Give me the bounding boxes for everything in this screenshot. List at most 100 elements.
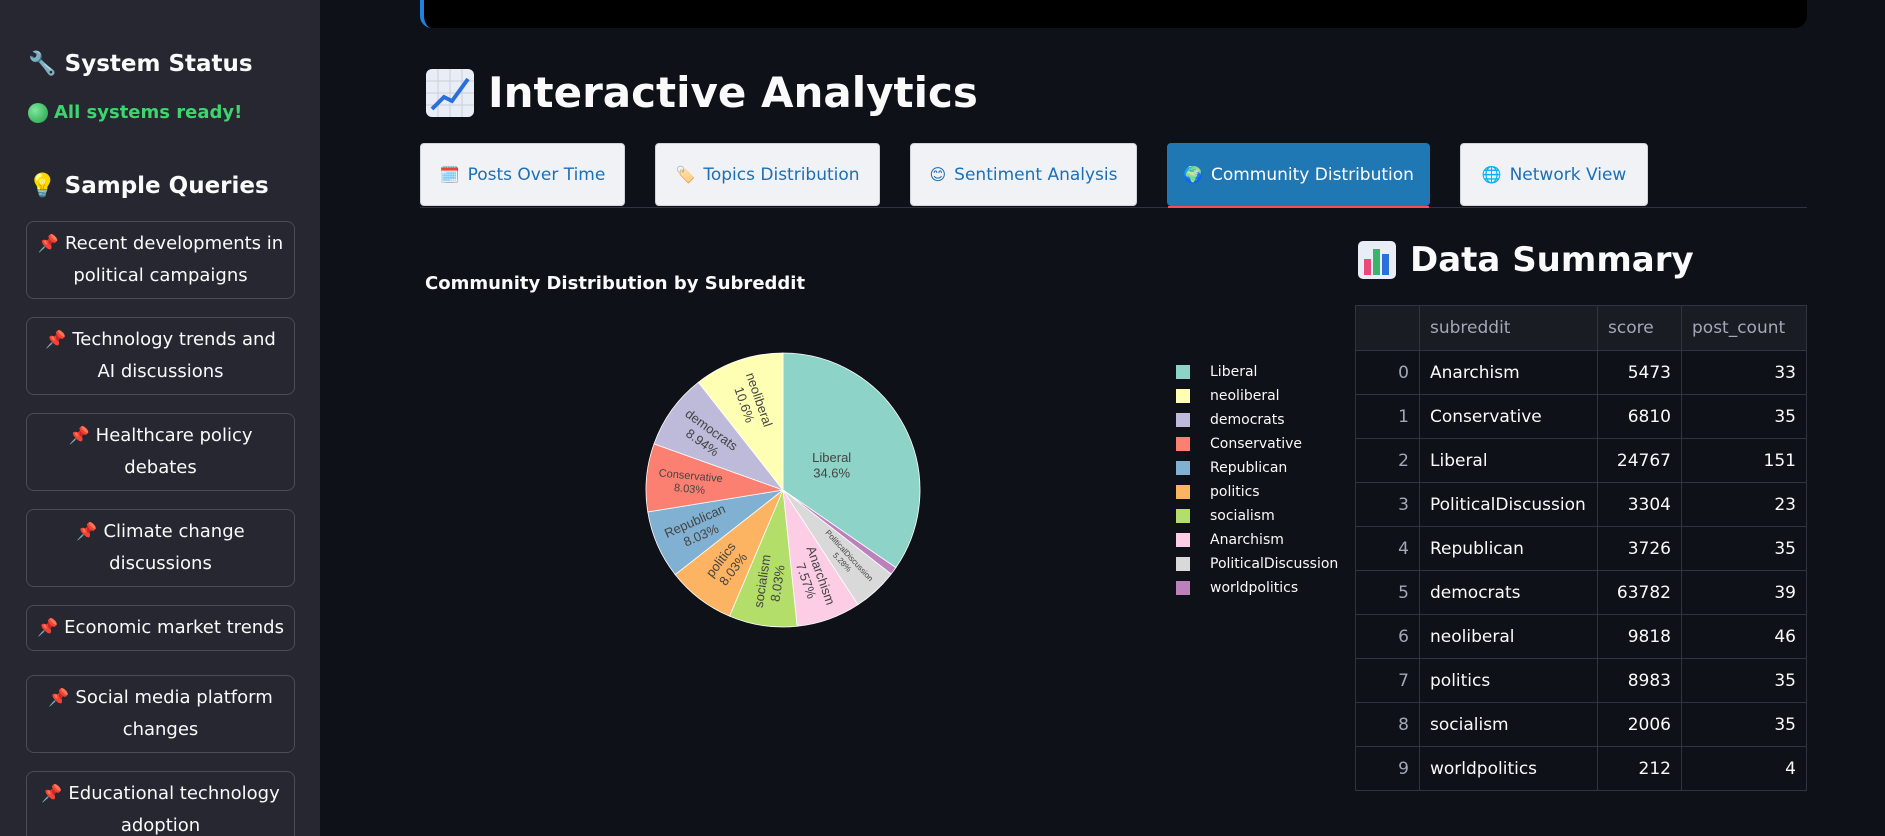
pushpin-icon: 📌: [37, 234, 59, 254]
cell-post-count: 4: [1681, 746, 1807, 791]
cell-post-count: 33: [1681, 350, 1807, 395]
cell-score: 3304: [1597, 482, 1682, 527]
table-row: 1 Conservative 6810 35: [1355, 394, 1807, 439]
column-header-subreddit[interactable]: subreddit: [1419, 305, 1598, 351]
cell-post-count: 35: [1681, 658, 1807, 703]
row-index: 5: [1355, 570, 1420, 615]
cell-score: 6810: [1597, 394, 1682, 439]
network-icon: 🌐: [1481, 165, 1502, 184]
legend-swatch: [1176, 365, 1190, 379]
row-index: 1: [1355, 394, 1420, 439]
row-index: 8: [1355, 702, 1420, 747]
legend-swatch: [1176, 509, 1190, 523]
legend-item[interactable]: worldpolitics: [1176, 576, 1338, 600]
legend-item[interactable]: Liberal: [1176, 360, 1338, 384]
data-summary-title: Data Summary: [1358, 240, 1694, 280]
query-button-social-media[interactable]: 📌 Social media platform changes: [26, 675, 295, 753]
legend-swatch: [1176, 581, 1190, 595]
legend-label: Anarchism: [1210, 532, 1284, 548]
cell-subreddit: Conservative: [1419, 394, 1598, 439]
column-header-post-count[interactable]: post_count: [1681, 305, 1807, 351]
tab-posts-over-time[interactable]: 🗓️ Posts Over Time: [420, 143, 625, 206]
green-circle-icon: [28, 102, 48, 123]
legend-item[interactable]: Republican: [1176, 456, 1338, 480]
calendar-icon: 🗓️: [439, 165, 460, 184]
app: 🔧 System Status All systems ready! 💡 Sam…: [0, 0, 1885, 836]
legend-label: politics: [1210, 484, 1260, 500]
code-block-bottom: [420, 0, 1807, 28]
column-header-score[interactable]: score: [1597, 305, 1682, 351]
cell-score: 5473: [1597, 350, 1682, 395]
legend-item[interactable]: politics: [1176, 480, 1338, 504]
query-button-healthcare-policy[interactable]: 📌 Healthcare policy debates: [26, 413, 295, 491]
query-button-climate-change[interactable]: 📌 Climate change discussions: [26, 509, 295, 587]
cell-post-count: 46: [1681, 614, 1807, 659]
query-button-economic-market[interactable]: 📌 Economic market trends: [26, 605, 295, 651]
cell-score: 2006: [1597, 702, 1682, 747]
table-row: 2 Liberal 24767 151: [1355, 438, 1807, 483]
query-button-educational-technology[interactable]: 📌 Educational technology adoption: [26, 771, 295, 836]
cell-subreddit: democrats: [1419, 570, 1598, 615]
cell-post-count: 39: [1681, 570, 1807, 615]
table-header-row: subreddit score post_count: [1355, 305, 1807, 351]
cell-score: 63782: [1597, 570, 1682, 615]
row-index: 7: [1355, 658, 1420, 703]
legend-swatch: [1176, 485, 1190, 499]
query-button-technology-trends[interactable]: 📌 Technology trends and AI discussions: [26, 317, 295, 395]
cell-score: 8983: [1597, 658, 1682, 703]
tab-sentiment-analysis[interactable]: 😊 Sentiment Analysis: [910, 143, 1137, 206]
pushpin-icon: 📌: [76, 522, 98, 542]
bar-chart-icon: [1358, 241, 1396, 279]
legend-item[interactable]: Anarchism: [1176, 528, 1338, 552]
row-index: 9: [1355, 746, 1420, 791]
legend-label: Liberal: [1210, 364, 1258, 380]
tab-topics-distribution[interactable]: 🏷️ Topics Distribution: [655, 143, 880, 206]
cell-post-count: 23: [1681, 482, 1807, 527]
system-status-title: 🔧 System Status: [28, 51, 253, 77]
chart-increasing-icon: [426, 68, 474, 117]
pushpin-icon: 📌: [41, 784, 63, 804]
column-header-index[interactable]: [1355, 305, 1420, 351]
table-row: 3 PoliticalDiscussion 3304 23: [1355, 482, 1807, 527]
legend-swatch: [1176, 557, 1190, 571]
pushpin-icon: 📌: [37, 618, 59, 638]
legend-swatch: [1176, 413, 1190, 427]
sidebar: 🔧 System Status All systems ready! 💡 Sam…: [0, 0, 320, 836]
legend-swatch: [1176, 461, 1190, 475]
cell-score: 24767: [1597, 438, 1682, 483]
legend-item[interactable]: neoliberal: [1176, 384, 1338, 408]
cell-subreddit: Liberal: [1419, 438, 1598, 483]
table-row: 8 socialism 2006 35: [1355, 702, 1807, 747]
cell-score: 9818: [1597, 614, 1682, 659]
data-summary-table[interactable]: subreddit score post_count 0 Anarchism 547…: [1355, 305, 1807, 791]
table-row: 4 Republican 3726 35: [1355, 526, 1807, 571]
cell-score: 3726: [1597, 526, 1682, 571]
cell-subreddit: Republican: [1419, 526, 1598, 571]
legend-swatch: [1176, 533, 1190, 547]
query-button-political-campaigns[interactable]: 📌 Recent developments in political campai…: [26, 221, 295, 299]
page-title: Interactive Analytics: [426, 68, 978, 117]
pie-chart[interactable]: Liberal 34.6%PoliticalDiscussion5.28%Anar…: [560, 330, 980, 650]
legend-item[interactable]: Conservative: [1176, 432, 1338, 456]
globe-icon: 🌍: [1183, 165, 1203, 184]
tab-network-view[interactable]: 🌐 Network View: [1460, 143, 1648, 206]
legend-item[interactable]: democrats: [1176, 408, 1338, 432]
legend-label: neoliberal: [1210, 388, 1280, 404]
cell-post-count: 35: [1681, 702, 1807, 747]
sample-queries-title: 💡 Sample Queries: [28, 173, 269, 199]
tab-community-distribution[interactable]: 🌍 Community Distribution: [1167, 143, 1430, 208]
row-index: 0: [1355, 350, 1420, 395]
row-index: 4: [1355, 526, 1420, 571]
legend-item[interactable]: PoliticalDiscussion: [1176, 552, 1338, 576]
cell-post-count: 35: [1681, 526, 1807, 571]
cell-subreddit: Anarchism: [1419, 350, 1598, 395]
tab-bar: 🗓️ Posts Over Time 🏷️ Topics Distribution …: [420, 143, 1807, 208]
chart-title: Community Distribution by Subreddit: [425, 273, 806, 294]
cell-subreddit: PoliticalDiscussion: [1419, 482, 1598, 527]
table-row: 0 Anarchism 5473 33: [1355, 350, 1807, 395]
legend-label: Republican: [1210, 460, 1288, 476]
status-text: All systems ready!: [54, 102, 243, 123]
legend-label: PoliticalDiscussion: [1210, 556, 1339, 572]
legend-item[interactable]: socialism: [1176, 504, 1338, 528]
legend-swatch: [1176, 437, 1190, 451]
